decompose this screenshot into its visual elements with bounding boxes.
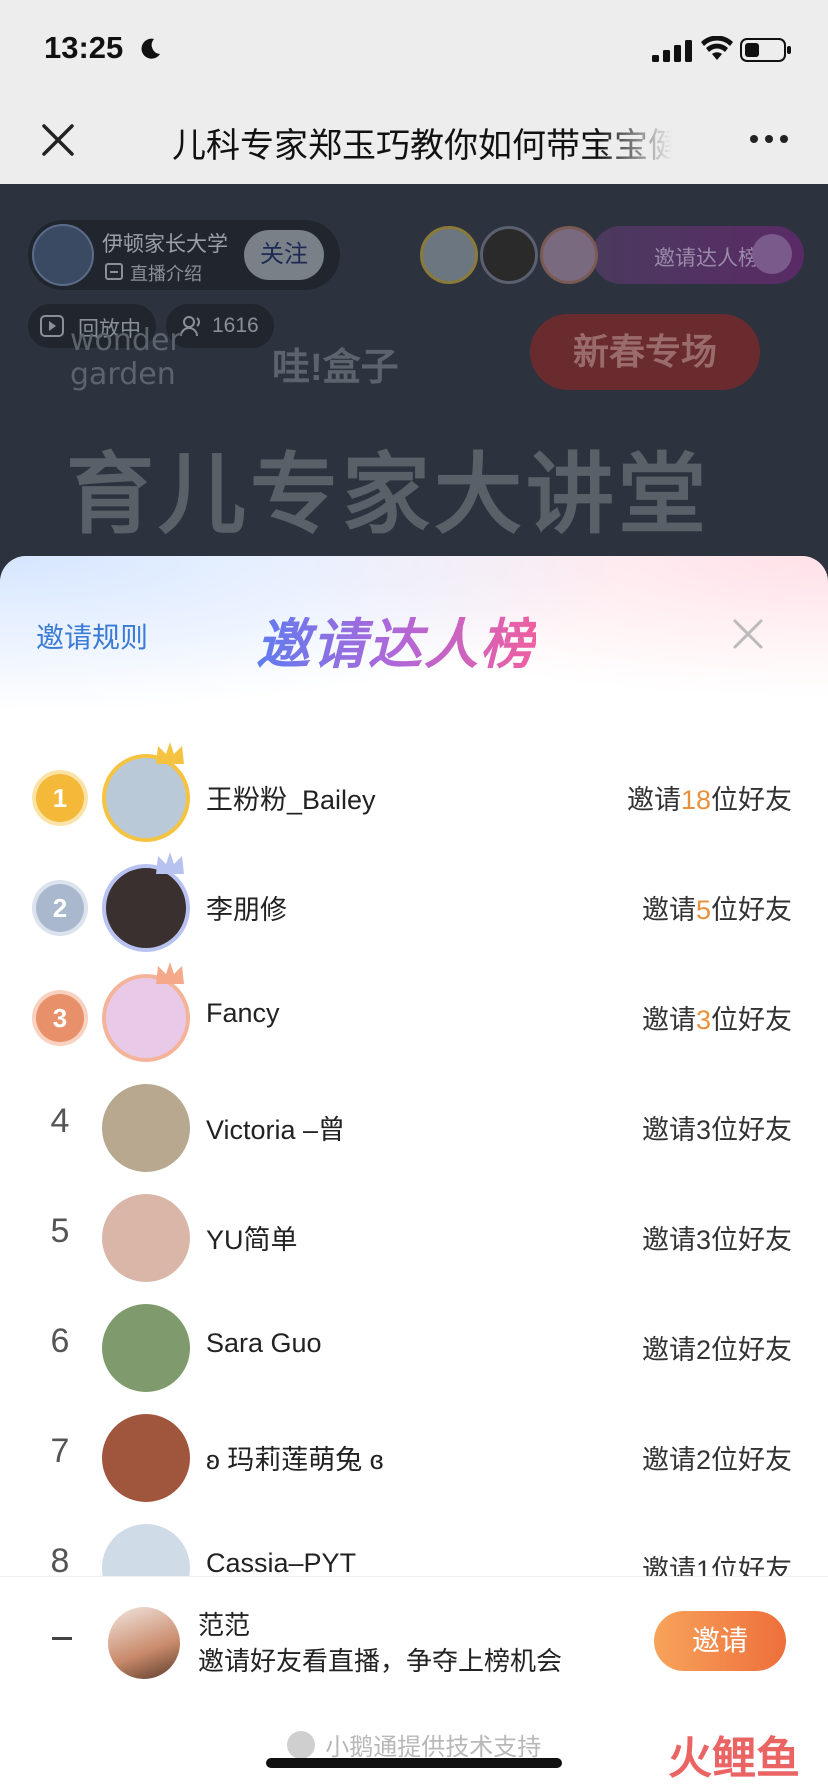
status-time: 13:25 — [44, 30, 124, 65]
viewer-count-pill: 1616 — [166, 304, 274, 348]
rank-medal-silver: 2 — [36, 884, 84, 932]
brand-secondary: 哇!盒子 — [272, 347, 399, 389]
avatar-wrap — [102, 852, 190, 952]
rank-number: 5 — [50, 1212, 70, 1250]
status-bar: 13:25 — [0, 0, 828, 96]
top3-thumb — [540, 226, 598, 284]
wifi-icon — [701, 36, 733, 60]
avatar-wrap — [102, 1194, 190, 1282]
user-name: 王粉粉_Bailey — [206, 785, 376, 815]
signal-icon — [652, 40, 692, 62]
ranking-row[interactable]: 7 ʚ 玛莉莲萌兔 ɞ 邀请2位好友 — [0, 1402, 828, 1512]
invite-ranking-entry[interactable]: 邀请达人榜 — [420, 220, 804, 290]
invite-button[interactable]: 邀请 — [654, 1611, 786, 1671]
avatar-wrap — [102, 1304, 190, 1392]
self-name: 范范 — [198, 1610, 251, 1640]
crown-icon — [156, 742, 184, 764]
rank-number: 8 — [50, 1542, 70, 1576]
rank-medal-bronze: 3 — [36, 994, 84, 1042]
invite-count: 邀请1位好友 — [641, 1555, 792, 1576]
self-tip: 邀请好友看直播，争夺上榜机会 — [198, 1646, 563, 1676]
user-name: Victoria –曾 — [206, 1115, 346, 1145]
invite-count: 邀请2位好友 — [641, 1335, 792, 1365]
rank-medal-gold: 1 — [36, 774, 84, 822]
moon-icon — [141, 38, 160, 59]
avatar — [102, 1524, 190, 1576]
ranking-row[interactable]: 3 Fancy 邀请3位好友 — [0, 962, 828, 1072]
close-icon[interactable] — [38, 120, 78, 160]
home-indicator[interactable] — [266, 1758, 562, 1768]
host-card[interactable]: 伊顿家长大学 直播介绍 关注 — [28, 220, 340, 290]
more-icon[interactable] — [748, 132, 790, 146]
self-rank-dash — [52, 1637, 72, 1640]
top2-thumb — [480, 226, 538, 284]
viewer-count: 1616 — [212, 314, 259, 337]
page-title: 儿科专家郑玉巧教你如何带宝宝健 — [172, 127, 672, 165]
brand-line2: garden — [70, 357, 176, 392]
video-heading: 育儿专家大讲堂 — [66, 445, 711, 544]
watermark-logo: 火鲤鱼 — [668, 1734, 800, 1783]
user-name: Sara Guo — [206, 1328, 322, 1358]
avatar-wrap — [102, 962, 190, 1062]
battery-icon — [740, 38, 791, 62]
ranking-row[interactable]: 6 Sara Guo 邀请2位好友 — [0, 1292, 828, 1402]
follow-button[interactable]: 关注 — [244, 230, 324, 280]
avatar-wrap — [102, 1524, 190, 1576]
share-arrow-icon — [752, 234, 792, 274]
calendar-icon — [105, 263, 123, 280]
self-avatar — [108, 1607, 180, 1679]
rank-number: 4 — [50, 1102, 70, 1140]
host-intro-link[interactable]: 直播介绍 — [130, 260, 202, 286]
title-bar: 儿科专家郑玉巧教你如何带宝宝健 — [0, 96, 828, 184]
ranking-row[interactable]: 2 李朋修 邀请5位好友 — [0, 852, 828, 962]
rank-number: 6 — [50, 1322, 70, 1360]
top1-thumb — [420, 226, 478, 284]
user-name: ʚ 玛莉莲萌兔 ɞ — [206, 1445, 384, 1475]
host-avatar[interactable] — [32, 224, 94, 286]
avatar — [102, 1304, 190, 1392]
tech-support-text: 小鹅通提供技术支持 — [325, 1734, 542, 1761]
ranking-list[interactable]: 1 王粉粉_Bailey 邀请18位好友 2 李朋修 邀请5位好友 3 Fanc… — [0, 742, 828, 1576]
invite-count: 邀请3位好友 — [641, 1115, 792, 1145]
user-name: Fancy — [206, 998, 280, 1028]
user-name: 李朋修 — [206, 895, 287, 925]
invite-rules-link[interactable]: 邀请规则 — [36, 616, 148, 656]
users-icon — [180, 316, 200, 337]
avatar — [102, 1084, 190, 1172]
xiaoetong-logo-icon — [286, 1730, 315, 1759]
avatar-wrap — [102, 742, 190, 842]
invite-ranking-pill-label: 邀请达人榜 — [654, 247, 759, 270]
ranking-row[interactable]: 5 YU简单 邀请3位好友 — [0, 1182, 828, 1292]
brand-line1: wonder — [70, 323, 182, 358]
invite-count: 邀请18位好友 — [626, 785, 792, 815]
invite-count: 邀请5位好友 — [641, 895, 792, 925]
play-icon — [40, 315, 64, 337]
crown-icon — [156, 852, 184, 874]
avatar-wrap — [102, 1084, 190, 1172]
spring-badge: 新春专场 — [530, 314, 760, 390]
avatar — [102, 1414, 190, 1502]
close-sheet-icon[interactable] — [730, 616, 766, 652]
ranking-row[interactable]: 1 王粉粉_Bailey 邀请18位好友 — [0, 742, 828, 852]
invite-count: 邀请3位好友 — [641, 1225, 792, 1255]
sheet-title: 邀请达人榜 — [256, 600, 536, 679]
avatar-wrap — [102, 1414, 190, 1502]
avatar — [102, 1194, 190, 1282]
invite-count: 邀请3位好友 — [641, 1005, 792, 1035]
user-name: Cassia–PYT — [206, 1548, 357, 1576]
ranking-row[interactable]: 4 Victoria –曾 邀请3位好友 — [0, 1072, 828, 1182]
user-name: YU简单 — [206, 1225, 298, 1255]
host-name: 伊顿家长大学 — [102, 233, 228, 256]
crown-icon — [156, 962, 184, 984]
invite-ranking-sheet: 邀请规则 邀请达人榜 1 王粉粉_Bailey 邀请18位好友 2 李朋修 邀请… — [0, 556, 828, 1792]
brand-logo: wonder garden — [70, 324, 182, 392]
video-area: 伊顿家长大学 直播介绍 关注 邀请达人榜 回放中 1616 wonder gar… — [0, 184, 828, 604]
invite-count: 邀请2位好友 — [641, 1445, 792, 1475]
ranking-row[interactable]: 8 Cassia–PYT 邀请1位好友 — [0, 1512, 828, 1576]
rank-number: 7 — [50, 1432, 70, 1470]
